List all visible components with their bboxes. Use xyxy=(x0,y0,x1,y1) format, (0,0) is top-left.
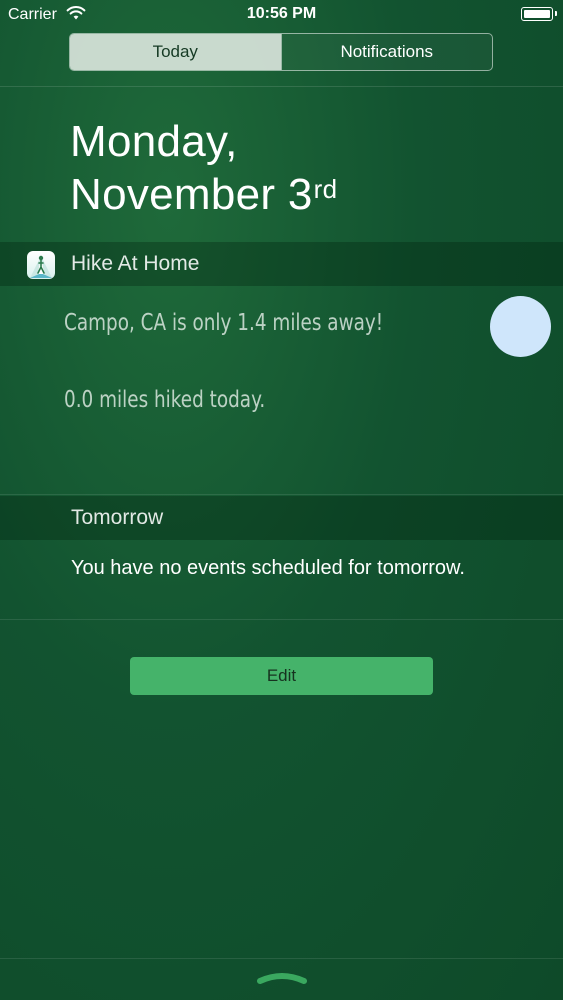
widget-title: Hike At Home xyxy=(71,252,200,275)
widget-circle-button[interactable] xyxy=(490,296,551,357)
tab-today[interactable]: Today xyxy=(70,34,281,70)
miles-hiked-message: 0.0 miles hiked today. xyxy=(64,387,266,413)
date-weekday: Monday, xyxy=(70,117,238,166)
edit-button[interactable]: Edit xyxy=(130,657,433,695)
tomorrow-title: Tomorrow xyxy=(71,506,164,529)
battery-icon xyxy=(521,7,557,21)
widget-header[interactable]: Hike At Home xyxy=(0,242,563,286)
no-events-message: You have no events scheduled for tomorro… xyxy=(71,557,465,579)
view-segmented-control: Today Notifications xyxy=(69,33,493,71)
tomorrow-header: Tomorrow xyxy=(0,496,563,540)
distance-message: Campo, CA is only 1.4 miles away! xyxy=(64,310,384,336)
date-ordinal-suffix: rd xyxy=(313,174,338,204)
grabber-handle-icon[interactable] xyxy=(256,968,308,986)
section-separator xyxy=(0,494,563,495)
status-bar: Carrier 10:56 PM xyxy=(0,0,563,28)
date-month-day: November 3 xyxy=(70,170,313,219)
header-divider xyxy=(0,86,563,87)
status-time: 10:56 PM xyxy=(246,5,317,22)
bottom-divider xyxy=(0,958,563,959)
tab-notifications[interactable]: Notifications xyxy=(280,34,492,70)
section-separator xyxy=(0,619,563,620)
date-day: November 3rd xyxy=(70,170,337,220)
hiker-icon xyxy=(27,251,55,279)
